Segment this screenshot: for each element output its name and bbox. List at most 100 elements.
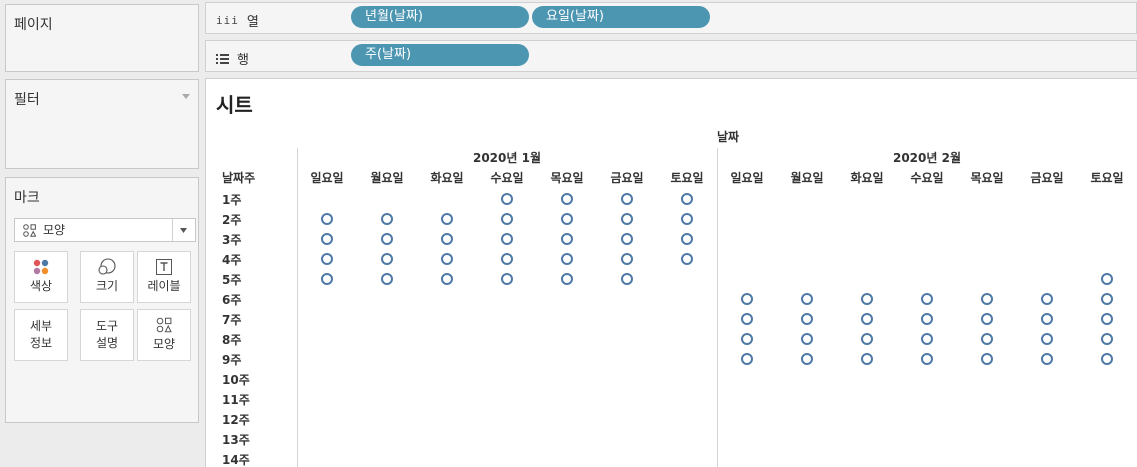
rows-label-text: 행 bbox=[237, 53, 249, 68]
circle-mark[interactable] bbox=[1041, 353, 1053, 365]
circle-mark[interactable] bbox=[861, 333, 873, 345]
week-row-label: 9주 bbox=[222, 353, 242, 367]
circle-mark[interactable] bbox=[921, 293, 933, 305]
weekday-header: 화요일 bbox=[850, 171, 884, 185]
circle-mark[interactable] bbox=[321, 273, 333, 285]
circle-mark[interactable] bbox=[321, 233, 333, 245]
detail-button[interactable]: 세부 정보 bbox=[14, 309, 68, 361]
circle-mark[interactable] bbox=[981, 353, 993, 365]
week-row-label: 4주 bbox=[222, 253, 242, 267]
circle-mark[interactable] bbox=[381, 233, 393, 245]
rows-shelf[interactable]: 행 주(날짜) bbox=[205, 40, 1137, 72]
circle-mark[interactable] bbox=[861, 293, 873, 305]
tooltip-button[interactable]: 도구 설명 bbox=[80, 309, 134, 361]
label-button[interactable]: 레이블 bbox=[137, 251, 191, 303]
circle-mark[interactable] bbox=[561, 193, 573, 205]
circle-mark[interactable] bbox=[561, 233, 573, 245]
circle-mark[interactable] bbox=[441, 273, 453, 285]
circle-mark[interactable] bbox=[1101, 273, 1113, 285]
circle-mark[interactable] bbox=[561, 213, 573, 225]
circle-mark[interactable] bbox=[621, 233, 633, 245]
circle-mark[interactable] bbox=[381, 253, 393, 265]
shape-icon bbox=[156, 317, 172, 333]
circle-mark[interactable] bbox=[1041, 333, 1053, 345]
circle-mark[interactable] bbox=[921, 353, 933, 365]
circle-mark[interactable] bbox=[981, 313, 993, 325]
sheet-title: 시트 bbox=[216, 93, 253, 117]
circle-mark[interactable] bbox=[561, 273, 573, 285]
circle-mark[interactable] bbox=[501, 193, 513, 205]
circle-mark[interactable] bbox=[681, 213, 693, 225]
pages-card-title: 페이지 bbox=[14, 17, 53, 33]
circle-mark[interactable] bbox=[801, 293, 813, 305]
circle-mark[interactable] bbox=[741, 333, 753, 345]
circle-mark[interactable] bbox=[381, 213, 393, 225]
filters-card[interactable]: 필터 bbox=[5, 79, 199, 169]
pill-weekday[interactable]: 요일(날짜) bbox=[532, 6, 710, 28]
circle-mark[interactable] bbox=[621, 273, 633, 285]
columns-shelf-label: iii 열 bbox=[216, 11, 259, 30]
circle-mark[interactable] bbox=[501, 233, 513, 245]
circle-mark[interactable] bbox=[681, 233, 693, 245]
circle-mark[interactable] bbox=[621, 253, 633, 265]
circle-mark[interactable] bbox=[321, 253, 333, 265]
circle-mark[interactable] bbox=[441, 213, 453, 225]
circle-mark[interactable] bbox=[1101, 333, 1113, 345]
week-row-label: 10주 bbox=[222, 373, 250, 387]
circle-mark[interactable] bbox=[801, 333, 813, 345]
circle-mark[interactable] bbox=[1101, 353, 1113, 365]
circle-mark[interactable] bbox=[621, 213, 633, 225]
circle-mark[interactable] bbox=[441, 253, 453, 265]
circle-mark[interactable] bbox=[1101, 313, 1113, 325]
rows-shelf-label: 행 bbox=[216, 49, 249, 68]
week-row-label: 3주 bbox=[222, 233, 242, 247]
circle-mark[interactable] bbox=[681, 193, 693, 205]
pages-card[interactable]: 페이지 bbox=[5, 4, 199, 72]
weekday-header: 토요일 bbox=[1090, 171, 1124, 185]
color-button[interactable]: 색상 bbox=[14, 251, 68, 303]
week-row-label: 11주 bbox=[222, 393, 250, 407]
circle-mark[interactable] bbox=[501, 213, 513, 225]
columns-shelf[interactable]: iii 열 년월(날짜) 요일(날짜) bbox=[205, 2, 1137, 34]
circle-mark[interactable] bbox=[681, 253, 693, 265]
marks-card: 마크 모양 색상 크기 레이블 세부 정보 도구 설명 모양 bbox=[5, 177, 199, 423]
circle-mark[interactable] bbox=[741, 293, 753, 305]
shape-button[interactable]: 모양 bbox=[137, 309, 191, 361]
circle-mark[interactable] bbox=[741, 313, 753, 325]
rows-icon bbox=[216, 53, 229, 64]
circle-mark[interactable] bbox=[981, 293, 993, 305]
circle-mark[interactable] bbox=[561, 253, 573, 265]
circle-mark[interactable] bbox=[441, 233, 453, 245]
card-menu-arrow-icon[interactable] bbox=[182, 94, 190, 99]
circle-mark[interactable] bbox=[801, 353, 813, 365]
circle-mark[interactable] bbox=[921, 333, 933, 345]
circle-mark[interactable] bbox=[1041, 313, 1053, 325]
circle-mark[interactable] bbox=[381, 273, 393, 285]
pane-divider bbox=[297, 148, 298, 467]
week-row-label: 7주 bbox=[222, 313, 242, 327]
circle-mark[interactable] bbox=[501, 253, 513, 265]
pill-year-month[interactable]: 년월(날짜) bbox=[351, 6, 529, 28]
circle-mark[interactable] bbox=[1101, 293, 1113, 305]
circle-mark[interactable] bbox=[321, 213, 333, 225]
pill-week[interactable]: 주(날짜) bbox=[351, 44, 529, 66]
week-row-label: 5주 bbox=[222, 273, 242, 287]
circle-mark[interactable] bbox=[741, 353, 753, 365]
dropdown-divider bbox=[172, 219, 173, 241]
mark-type-dropdown[interactable]: 모양 bbox=[14, 218, 196, 242]
circle-mark[interactable] bbox=[621, 193, 633, 205]
size-button[interactable]: 크기 bbox=[80, 251, 134, 303]
weekday-header: 수요일 bbox=[490, 171, 524, 185]
circle-mark[interactable] bbox=[801, 313, 813, 325]
top-header-date: 날짜 bbox=[717, 130, 740, 144]
weekday-header: 금요일 bbox=[610, 171, 644, 185]
circle-mark[interactable] bbox=[501, 273, 513, 285]
shape-button-label: 모양 bbox=[152, 337, 176, 351]
label-text-icon bbox=[156, 259, 172, 275]
circle-mark[interactable] bbox=[861, 353, 873, 365]
worksheet-view[interactable]: 시트 날짜 날짜주 2020년 1월 일요일 월요일 화요일 수요일 목요일 금요일 토요일 2… bbox=[205, 78, 1137, 467]
circle-mark[interactable] bbox=[981, 333, 993, 345]
circle-mark[interactable] bbox=[921, 313, 933, 325]
circle-mark[interactable] bbox=[861, 313, 873, 325]
circle-mark[interactable] bbox=[1041, 293, 1053, 305]
